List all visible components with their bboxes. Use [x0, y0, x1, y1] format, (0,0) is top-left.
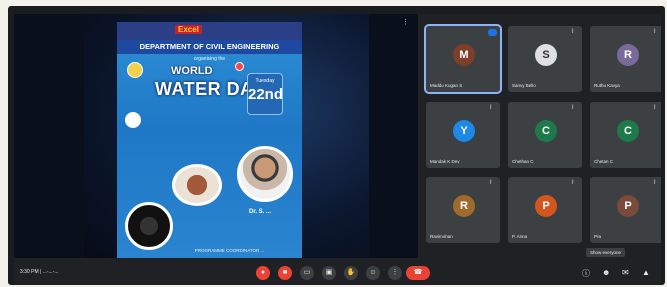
slide-photo-dark	[125, 202, 173, 250]
info-icon[interactable]: ⓘ	[582, 268, 590, 279]
participant-name: P. Anna	[512, 234, 528, 239]
meeting-window: Excel DEPARTMENT OF CIVIL ENGINEERING or…	[14, 14, 661, 285]
mic-off-icon: ǀ	[490, 105, 492, 111]
slide-title-line1: WORLD	[171, 65, 213, 77]
avatar: P	[535, 195, 557, 217]
slide-date-day: Tuesday	[255, 78, 275, 84]
people-icon[interactable]: ☻	[602, 268, 610, 277]
presentation-stage[interactable]: Excel DEPARTMENT OF CIVIL ENGINEERING or…	[14, 14, 418, 258]
mic-toggle-icon[interactable]: ●	[256, 266, 270, 280]
presentation-slide: Excel DEPARTMENT OF CIVIL ENGINEERING or…	[117, 22, 302, 258]
slide-header-bar: Excel	[117, 22, 302, 40]
participant-tile[interactable]: M Maddu Kugan S	[424, 24, 502, 94]
mic-off-icon: ǀ	[654, 29, 656, 35]
chat-icon[interactable]: ✉	[622, 268, 629, 277]
activities-icon[interactable]: ▲	[642, 268, 650, 277]
avatar: C	[535, 120, 557, 142]
participant-tile[interactable]: P ǀ P. Anna	[508, 177, 582, 243]
avatar: S	[535, 44, 557, 66]
mic-off-icon: ǀ	[654, 105, 656, 111]
slide-logo-left	[127, 62, 143, 78]
avatar: Y	[453, 120, 475, 142]
participant-name: Sanvy Bello	[512, 83, 536, 88]
avatar: P	[617, 195, 639, 217]
reactions-icon[interactable]: ☺	[366, 266, 380, 280]
participant-name: Pra	[594, 234, 602, 239]
speaker-photo	[237, 146, 293, 202]
slide-date-number: 22nd	[248, 86, 284, 103]
more-options-icon[interactable]: ⋮	[402, 18, 409, 26]
participant-tile[interactable]: C ǀ Chetan C	[590, 102, 661, 168]
participant-tile[interactable]: P ǀ Pra	[590, 177, 661, 243]
participant-tile[interactable]: S ǀ Sanvy Bello	[508, 26, 582, 92]
participant-tile[interactable]: Y ǀ Mandak K Dev	[426, 102, 500, 168]
mic-off-icon: ǀ	[572, 180, 574, 186]
participant-name: Maddu Kugan S	[430, 83, 463, 88]
avatar: M	[453, 44, 475, 66]
speaking-indicator-icon	[488, 29, 497, 36]
mic-off-icon: ǀ	[654, 180, 656, 186]
participant-name: Chetan C	[594, 159, 614, 164]
participant-tile[interactable]: C ǀ Chethan C	[508, 102, 582, 168]
control-bar: 3:30 PM | ...-...-... ● ■ ▭ ▣ ✋ ☺ ⋮ ☎ ⓘ …	[14, 260, 661, 285]
show-everyone-tooltip: Show everyone	[586, 248, 626, 257]
participant-tile[interactable]: R ǀ Ruthu Kavya	[590, 26, 661, 92]
camera-toggle-icon[interactable]: ■	[278, 266, 292, 280]
avatar: R	[617, 44, 639, 66]
participant-name: Ravimohan	[430, 234, 453, 239]
end-call-button[interactable]: ☎	[406, 266, 430, 280]
participant-tile[interactable]: R ǀ Ravimohan	[426, 177, 500, 243]
participant-name: Ruthu Kavya	[594, 83, 620, 88]
participant-name: Chethan C	[512, 159, 534, 164]
more-options-icon[interactable]: ⋮	[388, 266, 402, 280]
participant-name: Mandak K Dev	[430, 159, 460, 164]
slide-photo-hands	[172, 164, 222, 206]
slide-organised-by: organising the	[193, 56, 226, 62]
slide-date-badge: Tuesday 22nd	[247, 73, 283, 115]
mic-off-icon: ǀ	[490, 180, 492, 186]
avatar: R	[453, 195, 475, 217]
slide-marker-icon	[235, 62, 244, 71]
avatar: C	[617, 120, 639, 142]
raise-hand-icon[interactable]: ✋	[344, 266, 358, 280]
mic-off-icon: ǀ	[572, 105, 574, 111]
slide-footer: PROGRAMME COORDINATOR ...	[194, 248, 265, 253]
mic-off-icon: ǀ	[572, 29, 574, 35]
meeting-info: 3:30 PM | ...-...-...	[20, 269, 59, 275]
slide-department: DEPARTMENT OF CIVIL ENGINEERING	[117, 40, 302, 54]
present-icon[interactable]: ▣	[322, 266, 336, 280]
slide-logo-left-2	[125, 112, 141, 128]
slide-brand-logo: Excel	[175, 25, 202, 34]
speaker-name: Dr. S. ...	[248, 209, 271, 215]
captions-icon[interactable]: ▭	[300, 266, 314, 280]
